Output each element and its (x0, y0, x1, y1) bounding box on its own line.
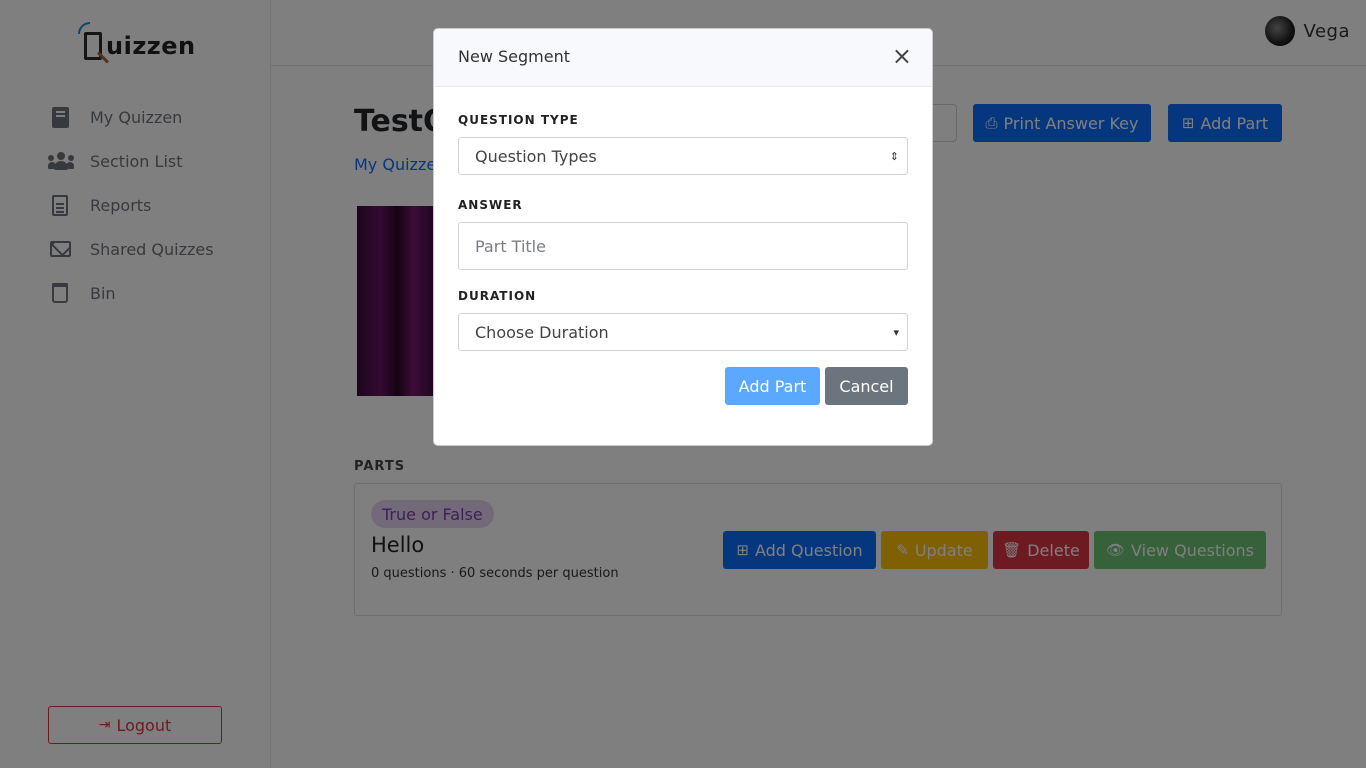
modal-header: New Segment × (434, 29, 932, 87)
new-segment-modal: New Segment × QUESTION TYPE Question Typ… (433, 28, 933, 446)
question-type-select[interactable]: Question Types ⇕ (458, 137, 908, 175)
duration-label: DURATION (458, 289, 537, 303)
question-type-value: Question Types (475, 146, 597, 166)
answer-label: ANSWER (458, 198, 523, 212)
add-part-submit-button[interactable]: Add Part (725, 367, 820, 405)
modal-title: New Segment (458, 47, 570, 66)
duration-select[interactable]: Choose Duration ▾ (458, 313, 908, 351)
answer-placeholder: Part Title (475, 236, 546, 256)
sort-caret-icon: ⇕ (889, 149, 899, 163)
chevron-down-icon: ▾ (893, 325, 899, 339)
close-icon[interactable]: × (892, 43, 912, 69)
question-type-label: QUESTION TYPE (458, 113, 579, 127)
cancel-button[interactable]: Cancel (825, 367, 908, 405)
duration-value: Choose Duration (475, 322, 609, 342)
answer-input[interactable]: Part Title (458, 222, 908, 270)
